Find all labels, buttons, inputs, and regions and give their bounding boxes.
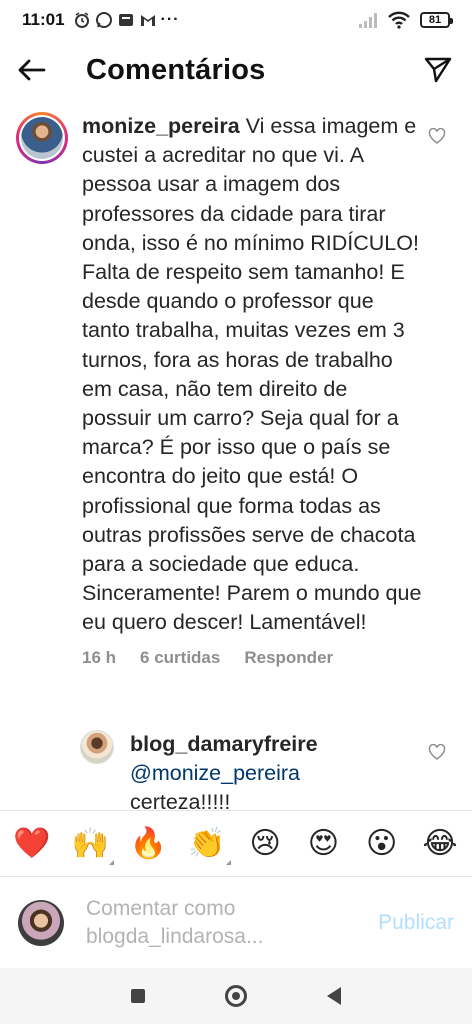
home-icon[interactable]: [225, 985, 247, 1007]
comment-meta: 16 h 6 curtidas Responder: [82, 648, 422, 668]
emoji-heart[interactable]: ❤️: [12, 828, 52, 859]
nav-back-icon[interactable]: [327, 987, 341, 1005]
avatar-image: [21, 117, 63, 159]
page-title: Comentários: [86, 53, 266, 86]
status-bar: 11:01 ··· 81: [0, 0, 472, 40]
emoji-reaction-bar: ❤️ 🙌 🔥 👏 😢 😍 😮 😂: [0, 810, 472, 876]
direct-share-button[interactable]: [420, 52, 456, 88]
reply-mention[interactable]: @monize_pereira: [130, 759, 430, 788]
comment-likes-count[interactable]: 6 curtidas: [140, 648, 220, 668]
emoji-raising-hands[interactable]: 🙌: [70, 828, 115, 865]
comment-input-placeholder-line2: blogda_lindarosa...: [86, 924, 264, 948]
emoji-fire[interactable]: 🔥: [129, 828, 169, 859]
publish-button[interactable]: Publicar: [378, 911, 454, 935]
comment-text: Vi essa imagem e custei a acreditar no q…: [82, 114, 422, 635]
comment-time: 16 h: [82, 647, 117, 667]
app-icon: [118, 14, 133, 26]
header: Comentários: [0, 42, 472, 98]
more-notifications-icon: ···: [160, 11, 180, 28]
comment-text-block: monize_pereira Vi essa imagem e custei a…: [82, 112, 422, 638]
status-time: 11:01: [22, 10, 65, 29]
notification-icons: ···: [73, 11, 180, 29]
comment-body: monize_pereira Vi essa imagem e custei a…: [82, 112, 422, 668]
back-button[interactable]: [16, 50, 56, 90]
alarm-icon: [74, 12, 89, 28]
arrow-left-icon: [18, 59, 46, 81]
comments-screen: 11:01 ··· 81 Comentários monize_pereira …: [0, 0, 472, 1024]
avatar-border: [19, 115, 65, 161]
signal-icon: [359, 13, 377, 28]
reply-username[interactable]: blog_damaryfreire: [130, 730, 430, 759]
emoji-clapping-hands[interactable]: 👏: [187, 828, 231, 865]
emoji-heart-eyes[interactable]: 😍: [303, 828, 343, 859]
comment-username[interactable]: monize_pereira: [82, 114, 240, 138]
whatsapp-icon: [95, 12, 112, 28]
reply-item: blog_damaryfreire @monize_pereira certez…: [80, 730, 472, 817]
system-nav-bar: [0, 968, 472, 1024]
emoji-laughing-tears[interactable]: 😂: [420, 828, 460, 859]
gmail-icon: [140, 15, 155, 26]
battery-icon: 81: [420, 12, 453, 28]
heart-icon[interactable]: [428, 128, 446, 144]
comment-item: monize_pereira Vi essa imagem e custei a…: [0, 112, 472, 668]
reply-text-block: blog_damaryfreire @monize_pereira certez…: [130, 730, 430, 817]
emoji-crying-face[interactable]: 😢: [245, 828, 285, 859]
reply-button[interactable]: Responder: [244, 648, 333, 668]
emoji-surprised-face[interactable]: 😮: [362, 828, 402, 859]
comment-input[interactable]: Comentar como blogda_lindarosa...: [86, 895, 326, 951]
current-user-avatar: [18, 899, 64, 946]
avatar[interactable]: [16, 112, 68, 164]
comment-composer: Comentar como blogda_lindarosa... Public…: [0, 876, 472, 968]
status-right: 81: [358, 11, 453, 29]
heart-icon[interactable]: [428, 744, 446, 760]
wifi-icon: [388, 11, 410, 29]
status-left: 11:01 ···: [22, 10, 180, 30]
reply-body: blog_damaryfreire @monize_pereira certez…: [130, 730, 430, 817]
comment-input-placeholder-line1: Comentar como: [86, 896, 236, 920]
paper-plane-icon: [424, 57, 452, 83]
reply-avatar[interactable]: [80, 730, 114, 764]
recent-apps-icon[interactable]: [131, 989, 145, 1003]
